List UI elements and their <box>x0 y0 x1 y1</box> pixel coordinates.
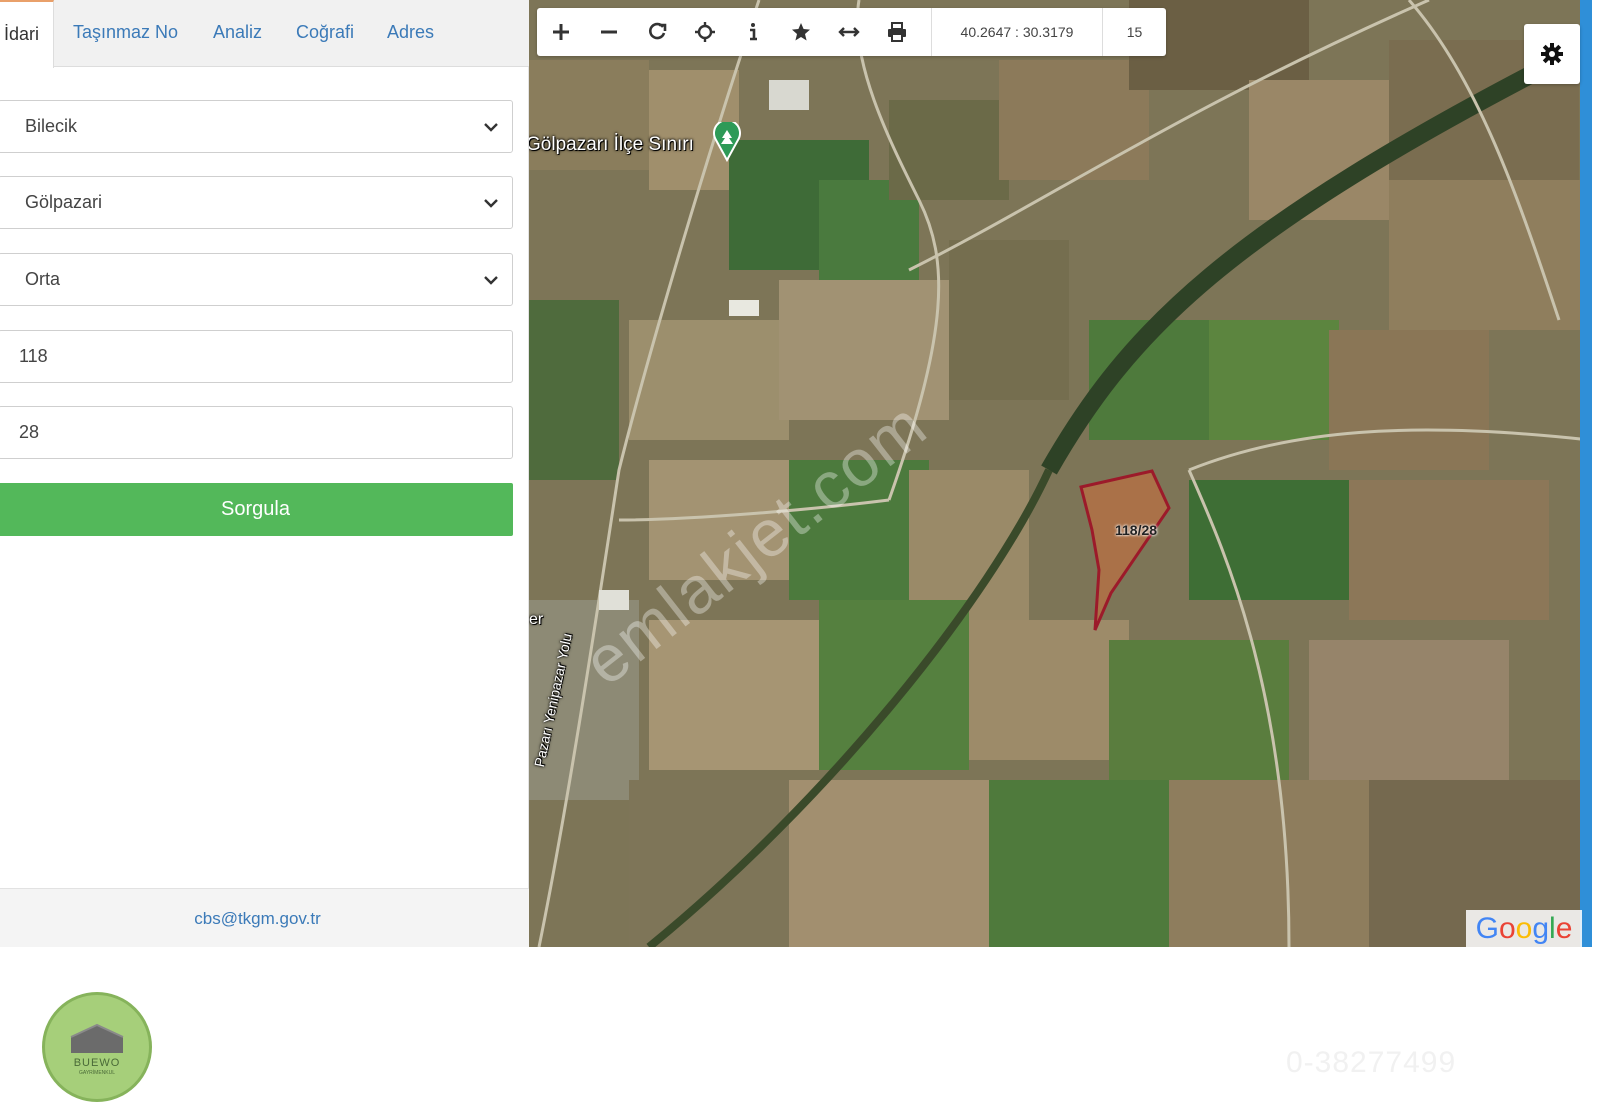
province-select[interactable]: Bilecik <box>0 100 513 153</box>
map-toolbar: 40.2647 : 30.3179 15 <box>537 8 1166 56</box>
province-value: Bilecik <box>25 116 78 136</box>
info-button[interactable] <box>729 8 777 56</box>
tab-bar: İdari Taşınmaz No Analiz Coğrafi Adres <box>0 0 529 68</box>
chevron-down-icon <box>484 199 498 208</box>
district-value: Gölpazari <box>25 192 103 212</box>
locate-icon <box>695 22 715 42</box>
refresh-button[interactable] <box>633 8 681 56</box>
star-icon <box>792 23 810 41</box>
query-panel: İdari Taşınmaz No Analiz Coğrafi Adres B… <box>0 0 529 947</box>
tab-idari[interactable]: İdari <box>0 0 54 68</box>
district-select[interactable]: Gölpazari <box>0 176 513 229</box>
print-button[interactable] <box>873 8 921 56</box>
tab-cografi[interactable]: Coğrafi <box>296 22 354 43</box>
measure-icon <box>838 27 860 37</box>
phone-watermark: 0-38277499 <box>1286 1046 1457 1079</box>
google-attribution[interactable]: Google <box>1466 910 1582 947</box>
neighborhood-select[interactable]: Orta <box>0 253 513 306</box>
parcel-input[interactable]: 28 <box>0 406 513 459</box>
parcel-label: 118/28 <box>1115 522 1158 538</box>
zoom-in-icon <box>553 24 569 40</box>
tab-adres[interactable]: Adres <box>387 22 434 43</box>
logo-text: BUEWO <box>73 1057 121 1069</box>
refresh-icon <box>649 22 667 40</box>
house-roof-icon <box>70 1023 124 1053</box>
zoom-level-readout: 15 <box>1126 24 1143 40</box>
tab-analiz[interactable]: Analiz <box>213 22 262 43</box>
parcel-value: 28 <box>19 422 40 442</box>
coordinate-readout: 40.2647 : 30.3179 <box>931 8 1103 56</box>
info-icon <box>750 23 757 41</box>
chevron-down-icon <box>484 123 498 132</box>
road-label-fragment: er <box>529 611 544 628</box>
panel-footer: cbs@tkgm.gov.tr <box>0 888 529 947</box>
print-icon <box>888 22 906 42</box>
measure-button[interactable] <box>825 8 873 56</box>
map-edge-bar <box>1580 0 1592 947</box>
block-value: 118 <box>19 346 48 366</box>
gear-icon <box>1541 43 1563 65</box>
settings-button[interactable] <box>1524 24 1580 84</box>
chevron-down-icon <box>484 276 498 285</box>
satellite-map[interactable]: Gölpazarı İlçe Sınırı Pazarı Yenipazar Y… <box>529 0 1590 947</box>
query-button[interactable]: Sorgula <box>0 483 513 536</box>
district-boundary-label: Gölpazarı İlçe Sınırı <box>529 134 694 155</box>
tree-marker-icon[interactable] <box>712 122 742 162</box>
tab-tasinmaz-no[interactable]: Taşınmaz No <box>73 22 178 43</box>
locate-button[interactable] <box>681 8 729 56</box>
logo-subtext: GAYRİMENKUL <box>78 1070 116 1076</box>
favorite-button[interactable] <box>777 8 825 56</box>
contact-email-link[interactable]: cbs@tkgm.gov.tr <box>0 909 515 929</box>
zoom-out-button[interactable] <box>585 8 633 56</box>
neighborhood-value: Orta <box>25 269 61 289</box>
company-logo: BUEWO GAYRİMENKUL <box>42 992 152 1102</box>
block-input[interactable]: 118 <box>0 330 513 383</box>
zoom-out-icon <box>601 30 617 34</box>
zoom-in-button[interactable] <box>537 8 585 56</box>
